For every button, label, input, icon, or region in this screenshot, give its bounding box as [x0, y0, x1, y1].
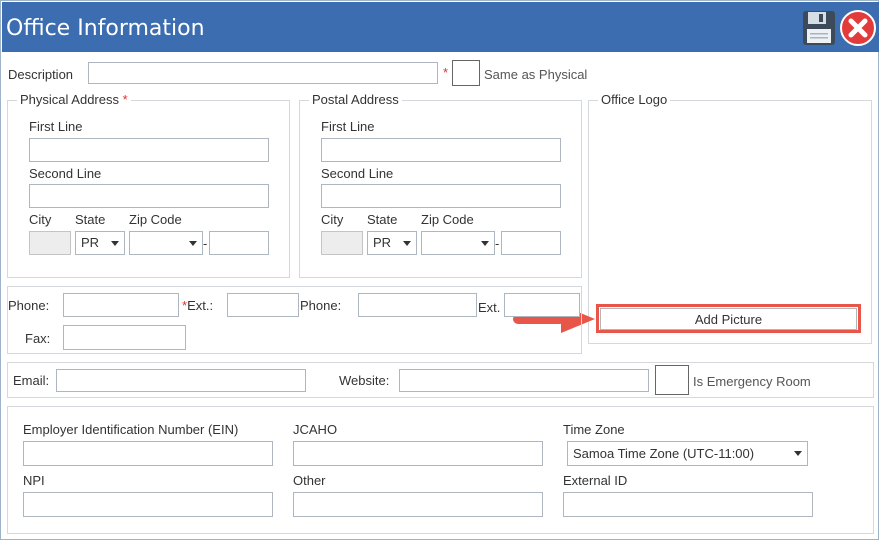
- physical-state-select[interactable]: PR: [75, 231, 125, 255]
- timezone-label: Time Zone: [563, 422, 625, 437]
- timezone-select[interactable]: Samoa Time Zone (UTC-11:00): [567, 441, 808, 466]
- postal-state-select[interactable]: PR: [367, 231, 417, 255]
- ein-input[interactable]: [23, 441, 273, 466]
- emergency-room-checkbox[interactable]: [655, 365, 689, 395]
- email-input[interactable]: [56, 369, 306, 392]
- timezone-value: Samoa Time Zone (UTC-11:00): [573, 446, 755, 461]
- other-input[interactable]: [293, 492, 543, 517]
- emergency-room-label: Is Emergency Room: [693, 374, 811, 389]
- chevron-down-icon: [189, 241, 197, 246]
- ext2-input[interactable]: [504, 293, 580, 317]
- phone2-input[interactable]: [358, 293, 477, 317]
- postal-second-line-input[interactable]: [321, 184, 561, 208]
- physical-city-input: [29, 231, 71, 255]
- office-information-dialog: Office Information Description * Same as…: [0, 0, 879, 540]
- website-label: Website:: [339, 373, 390, 388]
- phone1-input[interactable]: [63, 293, 179, 317]
- postal-city-input: [321, 231, 363, 255]
- add-picture-button[interactable]: Add Picture: [600, 308, 857, 330]
- postal-first-line-label: First Line: [321, 119, 375, 134]
- external-id-label: External ID: [563, 473, 628, 488]
- external-id-input[interactable]: [563, 492, 813, 517]
- physical-first-line-label: First Line: [29, 119, 83, 134]
- jcaho-input[interactable]: [293, 441, 543, 466]
- same-as-physical-label: Same as Physical: [484, 67, 588, 82]
- ext1-label: Ext.:: [187, 298, 214, 313]
- other-label: Other: [293, 473, 326, 488]
- website-input[interactable]: [399, 369, 649, 392]
- physical-city-label: City: [29, 212, 52, 227]
- description-required-mark: *: [443, 65, 449, 80]
- same-as-physical-checkbox[interactable]: [452, 60, 480, 86]
- npi-label: NPI: [23, 473, 45, 488]
- npi-input[interactable]: [23, 492, 273, 517]
- fax-input[interactable]: [63, 325, 186, 350]
- description-input[interactable]: [88, 62, 438, 84]
- postal-state-value: PR: [373, 235, 392, 250]
- physical-zip-ext-input[interactable]: [209, 231, 269, 255]
- ext2-label: Ext.: [478, 300, 501, 315]
- title-bar: Office Information: [2, 2, 879, 52]
- postal-address-legend: Postal Address: [309, 92, 402, 107]
- email-label: Email:: [13, 373, 50, 388]
- physical-address-legend: Physical Address *: [17, 92, 131, 107]
- physical-address-required-mark: *: [122, 92, 128, 107]
- ein-label: Employer Identification Number (EIN): [23, 422, 239, 437]
- postal-first-line-input[interactable]: [321, 138, 561, 162]
- postal-zip-label: Zip Code: [421, 212, 474, 227]
- postal-zip-ext-input[interactable]: [501, 231, 561, 255]
- phone1-ext-label-wrap: *Ext.:: [182, 298, 213, 313]
- save-icon[interactable]: [802, 10, 836, 46]
- description-label: Description: [8, 67, 74, 82]
- postal-second-line-label: Second Line: [321, 166, 394, 181]
- physical-state-value: PR: [81, 235, 100, 250]
- ext1-input[interactable]: [227, 293, 299, 317]
- phone2-label: Phone:: [300, 298, 342, 313]
- close-icon[interactable]: [839, 10, 877, 46]
- physical-second-line-input[interactable]: [29, 184, 269, 208]
- chevron-down-icon: [111, 241, 119, 246]
- chevron-down-icon: [403, 241, 411, 246]
- physical-first-line-input[interactable]: [29, 138, 269, 162]
- physical-second-line-label: Second Line: [29, 166, 102, 181]
- physical-zip-label: Zip Code: [129, 212, 182, 227]
- postal-zip-separator: -: [495, 236, 500, 251]
- phone1-label: Phone:: [8, 298, 50, 313]
- physical-zip-separator: -: [203, 236, 208, 251]
- dialog-title: Office Information: [6, 16, 205, 41]
- physical-state-label: State: [75, 212, 106, 227]
- postal-city-label: City: [321, 212, 344, 227]
- jcaho-label: JCAHO: [293, 422, 338, 437]
- postal-zip-select[interactable]: [421, 231, 495, 255]
- physical-address-title: Physical Address: [20, 92, 119, 107]
- chevron-down-icon: [794, 451, 802, 456]
- physical-zip-select[interactable]: [129, 231, 203, 255]
- office-logo-legend: Office Logo: [598, 92, 671, 107]
- postal-state-label: State: [367, 212, 398, 227]
- fax-label: Fax:: [25, 331, 51, 346]
- chevron-down-icon: [481, 241, 489, 246]
